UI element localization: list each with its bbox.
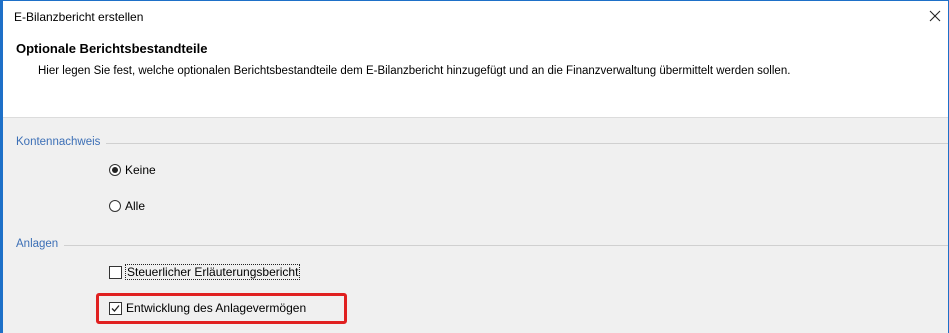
options-panel: Kontennachweis Keine Alle Anlagen Steuer… [3,118,948,333]
group-divider [16,245,948,246]
radio-label-alle: Alle [125,199,146,213]
radio-keine[interactable]: Keine [109,161,156,179]
page-title: Optionale Berichtsbestandteile [16,41,208,56]
group-divider [16,143,948,144]
page-description: Hier legen Sie fest, welche optionalen B… [38,65,791,77]
window-title: E-Bilanzbericht erstellen [14,10,144,24]
group-kontennachweis: Kontennachweis [16,136,948,150]
group-label-kontennachweis: Kontennachweis [16,136,107,148]
radio-button[interactable] [109,200,121,212]
checkbox-label-erlaeuterungsbericht: Steuerlicher Erläuterungsbericht [124,264,301,280]
close-icon [929,10,941,22]
radio-alle[interactable]: Alle [109,197,145,215]
title-bar: E-Bilanzbericht erstellen [3,1,948,31]
group-label-anlagen: Anlagen [16,238,65,250]
dialog-window: E-Bilanzbericht erstellen Optionale Beri… [0,0,949,333]
highlight-annotation [96,293,347,324]
radio-label-keine: Keine [125,163,156,177]
radio-button-selected[interactable] [109,164,121,176]
wizard-header: Optionale Berichtsbestandteile Hier lege… [3,31,948,118]
group-anlagen: Anlagen [16,238,948,252]
checkbox-box[interactable] [109,265,122,279]
checkbox-steuerlicher-erlaeuterungsbericht[interactable]: Steuerlicher Erläuterungsbericht [109,263,301,281]
close-button[interactable] [922,5,948,27]
